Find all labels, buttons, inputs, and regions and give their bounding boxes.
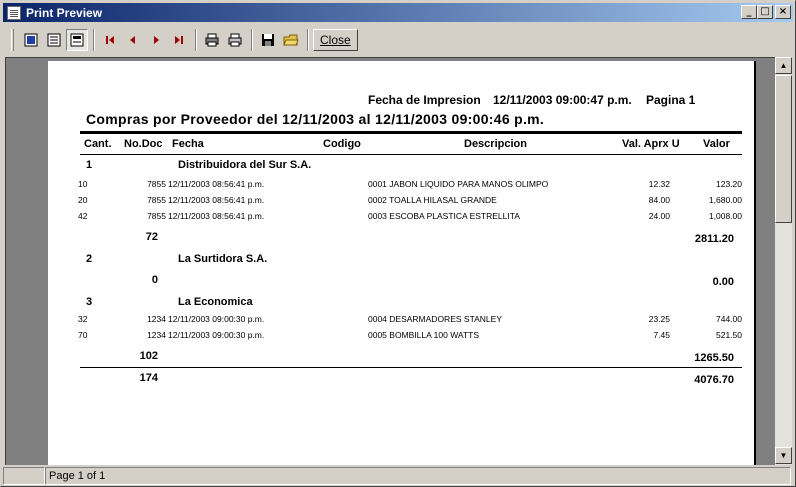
toolbar-separator (251, 29, 253, 51)
page-indicator: Page 1 of 1 (45, 467, 791, 485)
toolbar-grip (11, 29, 14, 51)
column-descripcion: Descripcion (464, 138, 527, 150)
group-number: 3 (86, 296, 93, 308)
whole-page-icon[interactable] (20, 29, 42, 51)
group-name: La Surtidora S.A. (178, 253, 268, 265)
column-cant: Cant. (84, 138, 112, 150)
grand-total-cant: 174 (139, 372, 158, 384)
grand-total-rule (80, 367, 742, 368)
group-total-valor: 0.00 (712, 276, 734, 288)
toolbar-separator (307, 29, 309, 51)
row-fecha: 12/11/2003 08:56:41 p.m. (168, 179, 265, 189)
row-desc: 0003 ESCOBA PLASTICA ESTRELLITA (368, 211, 520, 221)
group-total-valor: 2811.20 (694, 233, 734, 245)
open-folder-icon[interactable] (280, 29, 302, 51)
close-window-button[interactable]: × (775, 5, 791, 19)
row-doc: 7855 (147, 211, 166, 221)
row-valor: 744.00 (716, 314, 742, 324)
header-rule (80, 154, 742, 155)
group-number: 2 (86, 253, 93, 265)
row-valor: 1,008.00 (708, 211, 742, 221)
group-name: La Economica (178, 296, 253, 308)
row-unit: 24.00 (648, 211, 670, 221)
window-title: Print Preview (26, 5, 103, 20)
group-name: Distribuidora del Sur S.A. (178, 159, 312, 171)
row-cant: 70 (78, 330, 88, 340)
group-total-valor: 1265.50 (694, 352, 734, 364)
group-total-cant: 102 (139, 350, 158, 362)
preview-area[interactable]: Fecha de Impresion 12/11/2003 09:00:47 p… (5, 57, 775, 465)
row-desc: 0004 DESARMADORES STANLEY (368, 314, 502, 324)
row-doc: 1234 (147, 314, 166, 324)
scroll-thumb[interactable] (775, 75, 792, 223)
row-fecha: 12/11/2003 08:56:41 p.m. (168, 211, 265, 221)
row-valor: 123.20 (716, 179, 742, 189)
row-unit: 7.45 (653, 330, 670, 340)
row-doc: 7855 (147, 195, 166, 205)
scroll-up-button[interactable]: ▲ (775, 57, 792, 74)
row-valor: 521.50 (716, 330, 742, 340)
save-icon[interactable] (257, 29, 279, 51)
document-icon (7, 5, 21, 20)
row-cant: 42 (78, 211, 88, 221)
report-page: Fecha de Impresion 12/11/2003 09:00:47 p… (48, 61, 756, 465)
window-controls: _ □ × (741, 5, 791, 19)
row-unit: 12.32 (648, 179, 670, 189)
row-unit: 23.25 (648, 314, 670, 324)
row-cant: 20 (78, 195, 88, 205)
column-nodoc: No.Doc (124, 138, 163, 150)
printer-icon[interactable] (224, 29, 246, 51)
group-total-cant: 0 (151, 274, 158, 286)
row-desc: 0002 TOALLA HILASAL GRANDE (368, 195, 497, 205)
row-doc: 7855 (147, 179, 166, 189)
row-doc: 1234 (147, 330, 166, 340)
page-width-icon[interactable] (43, 29, 65, 51)
group-number: 1 (86, 159, 93, 171)
close-button[interactable]: Close (313, 29, 358, 51)
print-setup-icon[interactable] (201, 29, 223, 51)
toolbar-separator (93, 29, 95, 51)
zoom-100-icon[interactable] (66, 29, 88, 51)
title-rule (80, 131, 742, 134)
page-number-label: Pagina 1 (646, 93, 696, 107)
scroll-down-button[interactable]: ▼ (775, 447, 792, 464)
row-unit: 84.00 (648, 195, 670, 205)
status-bar: Page 1 of 1 (3, 466, 793, 486)
print-date-label: Fecha de Impresion (368, 93, 481, 107)
first-page-icon[interactable] (99, 29, 121, 51)
row-fecha: 12/11/2003 08:56:41 p.m. (168, 195, 265, 205)
report-title: Compras por Proveedor del 12/11/2003 al … (86, 111, 545, 127)
row-cant: 32 (78, 314, 88, 324)
status-panel (3, 467, 45, 485)
row-valor: 1,680.00 (708, 195, 742, 205)
column-codigo: Codigo (323, 138, 361, 150)
row-desc: 0005 BOMBILLA 100 WATTS (368, 330, 480, 340)
title-bar[interactable]: Print Preview _ □ × (3, 3, 793, 22)
minimize-button[interactable]: _ (741, 5, 757, 19)
column-valaprx: Val. Aprx U (622, 138, 680, 150)
row-fecha: 12/11/2003 09:00:30 p.m. (168, 314, 265, 324)
grand-total-valor: 4076.70 (694, 374, 734, 386)
group-total-cant: 72 (145, 231, 158, 243)
next-page-icon[interactable] (145, 29, 167, 51)
toolbar: Close (3, 25, 793, 55)
row-desc: 0001 JABON LIQUIDO PARA MANOS OLIMPO (368, 179, 549, 189)
column-valor: Valor (703, 138, 730, 150)
toolbar-separator (195, 29, 197, 51)
column-fecha: Fecha (172, 138, 204, 150)
previous-page-icon[interactable] (122, 29, 144, 51)
last-page-icon[interactable] (168, 29, 190, 51)
print-preview-window: Print Preview _ □ × Close Fecha de Impre… (0, 0, 796, 487)
row-cant: 10 (78, 179, 88, 189)
vertical-scrollbar[interactable]: ▲ ▼ (775, 57, 792, 465)
maximize-button[interactable]: □ (757, 5, 773, 19)
row-fecha: 12/11/2003 09:00:30 p.m. (168, 330, 265, 340)
print-date-value: 12/11/2003 09:00:47 p.m. (493, 93, 632, 107)
